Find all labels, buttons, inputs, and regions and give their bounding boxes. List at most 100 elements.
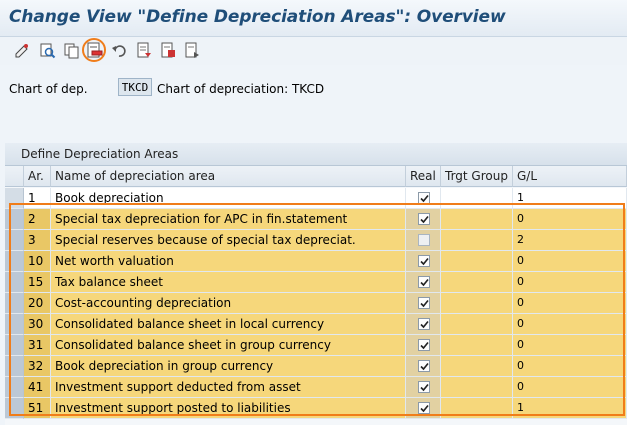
table-row[interactable]: 10 Net worth valuation 0 [5, 251, 627, 272]
cell-area-name[interactable]: Consolidated balance sheet in local curr… [51, 314, 406, 335]
real-checkbox[interactable] [418, 318, 430, 330]
cell-gl[interactable]: 0 [513, 272, 627, 293]
cell-target-group[interactable] [441, 293, 513, 314]
real-checkbox[interactable] [418, 255, 430, 267]
cell-target-group[interactable] [441, 251, 513, 272]
select-all-rows-button[interactable] [5, 166, 24, 187]
cell-area-number[interactable]: 41 [24, 377, 51, 398]
cell-target-group[interactable] [441, 314, 513, 335]
row-selector[interactable] [5, 209, 24, 230]
cell-target-group[interactable] [441, 209, 513, 230]
real-checkbox[interactable] [418, 339, 430, 351]
cell-area-name[interactable]: Net worth valuation [51, 251, 406, 272]
column-header-ar[interactable]: Ar. [24, 166, 51, 187]
cell-area-number[interactable]: 1 [24, 188, 51, 209]
title-bar: Change View "Define Depreciation Areas":… [0, 0, 627, 37]
real-checkbox[interactable] [418, 192, 430, 204]
cell-area-name[interactable]: Consolidated balance sheet in group curr… [51, 335, 406, 356]
cell-area-number[interactable]: 32 [24, 356, 51, 377]
real-checkbox[interactable] [418, 276, 430, 288]
real-checkbox[interactable] [418, 297, 430, 309]
chart-of-dep-label: Chart of dep. [9, 82, 88, 96]
cell-gl[interactable]: 2 [513, 230, 627, 251]
cell-gl[interactable]: 1 [513, 398, 627, 419]
cell-area-name[interactable]: Special tax depreciation for APC in fin.… [51, 209, 406, 230]
cell-gl[interactable]: 0 [513, 356, 627, 377]
table-row[interactable]: 51 Investment support posted to liabiliti… [5, 398, 627, 419]
table-row[interactable]: 3 Special reserves because of special tax… [5, 230, 627, 251]
cell-area-name[interactable]: Special reserves because of special tax … [51, 230, 406, 251]
cell-area-name[interactable]: Book depreciation in group currency [51, 356, 406, 377]
cell-area-number[interactable]: 20 [24, 293, 51, 314]
column-header-gl[interactable]: G/L [513, 166, 627, 187]
cell-area-number[interactable]: 10 [24, 251, 51, 272]
change-display-icon[interactable] [13, 41, 32, 60]
real-checkbox[interactable] [418, 381, 430, 393]
cell-gl[interactable]: 0 [513, 335, 627, 356]
undo-icon[interactable] [110, 41, 129, 60]
table-row[interactable]: 1 Book depreciation 1 [5, 188, 627, 209]
row-selector[interactable] [5, 230, 24, 251]
select-all-icon[interactable] [135, 41, 154, 60]
cell-area-name[interactable]: Investment support deducted from asset [51, 377, 406, 398]
column-header-real[interactable]: Real [406, 166, 441, 187]
row-selector[interactable] [5, 251, 24, 272]
checkmark-icon [420, 278, 429, 287]
cell-gl[interactable]: 0 [513, 377, 627, 398]
checkmark-icon [420, 341, 429, 350]
real-checkbox[interactable] [418, 360, 430, 372]
real-checkbox[interactable] [418, 213, 430, 225]
select-block-icon[interactable] [159, 41, 178, 60]
row-selector[interactable] [5, 377, 24, 398]
column-header-target-group[interactable]: Trgt Group [441, 166, 513, 187]
real-checkbox[interactable] [418, 402, 430, 414]
cell-area-number[interactable]: 15 [24, 272, 51, 293]
real-checkbox[interactable] [418, 234, 430, 246]
column-header-name[interactable]: Name of depreciation area [51, 166, 406, 187]
cell-gl[interactable]: 0 [513, 209, 627, 230]
row-selector[interactable] [5, 335, 24, 356]
table-row[interactable]: 41 Investment support deducted from asset… [5, 377, 627, 398]
cell-target-group[interactable] [441, 188, 513, 209]
row-selector[interactable] [5, 398, 24, 419]
cell-real [406, 230, 441, 251]
cell-target-group[interactable] [441, 356, 513, 377]
cell-area-name[interactable]: Tax balance sheet [51, 272, 406, 293]
row-selector[interactable] [5, 314, 24, 335]
cell-target-group[interactable] [441, 398, 513, 419]
cell-target-group[interactable] [441, 230, 513, 251]
cell-gl[interactable]: 0 [513, 251, 627, 272]
row-selector[interactable] [5, 293, 24, 314]
table-row[interactable]: 15 Tax balance sheet 0 [5, 272, 627, 293]
delete-highlight-circle [82, 38, 106, 62]
cell-area-number[interactable]: 31 [24, 335, 51, 356]
row-selector[interactable] [5, 188, 24, 209]
table-row[interactable]: 2 Special tax depreciation for APC in fin… [5, 209, 627, 230]
cell-target-group[interactable] [441, 335, 513, 356]
cell-area-name[interactable]: Book depreciation [51, 188, 406, 209]
row-selector[interactable] [5, 272, 24, 293]
cell-area-number[interactable]: 51 [24, 398, 51, 419]
cell-area-number[interactable]: 2 [24, 209, 51, 230]
table-row[interactable]: 20 Cost-accounting depreciation 0 [5, 293, 627, 314]
deselect-all-icon[interactable] [183, 41, 202, 60]
cell-area-name[interactable]: Cost-accounting depreciation [51, 293, 406, 314]
table-row[interactable]: 32 Book depreciation in group currency 0 [5, 356, 627, 377]
search-icon[interactable] [38, 41, 57, 60]
cell-area-number[interactable]: 30 [24, 314, 51, 335]
cell-real [406, 335, 441, 356]
cell-area-number[interactable]: 3 [24, 230, 51, 251]
chart-of-dep-field[interactable]: TKCD [118, 78, 152, 96]
cell-target-group[interactable] [441, 377, 513, 398]
row-selector[interactable] [5, 356, 24, 377]
cell-gl[interactable]: 0 [513, 314, 627, 335]
cell-gl[interactable]: 1 [513, 188, 627, 209]
cell-area-name[interactable]: Investment support posted to liabilities [51, 398, 406, 419]
table-row[interactable]: 31 Consolidated balance sheet in group cu… [5, 335, 627, 356]
cell-real [406, 293, 441, 314]
copy-icon[interactable] [62, 41, 81, 60]
table-row[interactable]: 30 Consolidated balance sheet in local cu… [5, 314, 627, 335]
cell-gl[interactable]: 0 [513, 293, 627, 314]
cell-target-group[interactable] [441, 272, 513, 293]
cell-real [406, 314, 441, 335]
